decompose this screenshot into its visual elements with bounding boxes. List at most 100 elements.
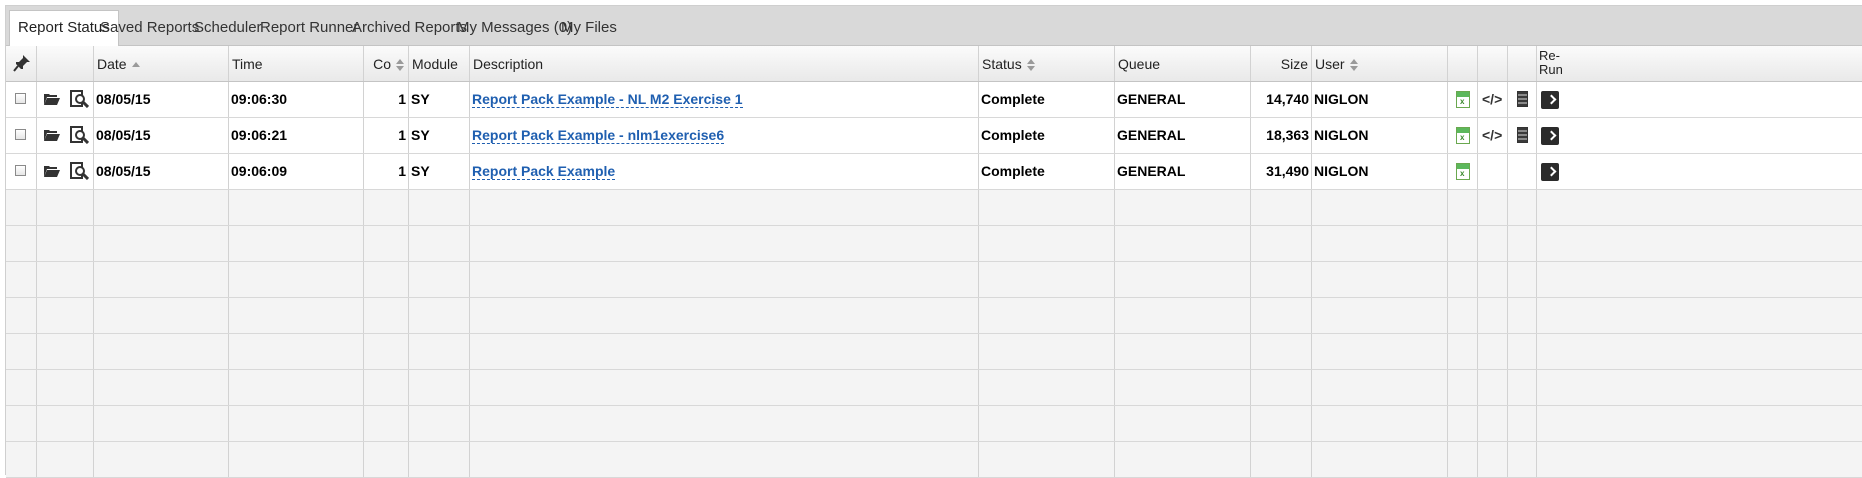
rerun-cell bbox=[1537, 82, 1563, 117]
empty-cell bbox=[1115, 262, 1251, 297]
play-arrow-icon[interactable] bbox=[1541, 91, 1559, 109]
sort-ascending-icon bbox=[131, 58, 141, 72]
report-description-link[interactable]: Report Pack Example - NL M2 Exercise 1 bbox=[472, 91, 743, 108]
empty-table-row bbox=[6, 442, 1862, 478]
code-icon[interactable]: </> bbox=[1482, 118, 1502, 152]
empty-cell bbox=[1478, 298, 1508, 333]
row-actions-cell bbox=[37, 118, 94, 153]
folder-open-icon[interactable] bbox=[43, 92, 61, 106]
excel-icon[interactable] bbox=[1456, 91, 1470, 108]
size-header-label: Size bbox=[1280, 56, 1308, 72]
folder-open-icon[interactable] bbox=[43, 128, 61, 142]
report-description-link[interactable]: Report Pack Example bbox=[472, 163, 616, 180]
empty-cell bbox=[979, 262, 1115, 297]
empty-cell bbox=[409, 190, 470, 225]
empty-cell bbox=[470, 298, 979, 333]
pin-column-header[interactable] bbox=[6, 46, 37, 81]
empty-cell bbox=[1448, 190, 1478, 225]
empty-cell bbox=[1537, 406, 1563, 441]
empty-cell bbox=[94, 406, 229, 441]
empty-cell bbox=[470, 334, 979, 369]
document-cell bbox=[1508, 154, 1537, 189]
user-header-label: User bbox=[1315, 56, 1345, 72]
empty-cell bbox=[1537, 298, 1563, 333]
rerun-column-header: Re- Run bbox=[1537, 46, 1563, 81]
tab-my-files[interactable]: My Files bbox=[553, 10, 625, 46]
description-header-label: Description bbox=[473, 56, 544, 72]
queue-cell: GENERAL bbox=[1115, 118, 1251, 153]
empty-cell bbox=[1478, 406, 1508, 441]
magnifier-report-icon[interactable] bbox=[70, 90, 89, 108]
empty-table-row bbox=[6, 334, 1862, 370]
empty-cell bbox=[6, 370, 37, 405]
time-column-header[interactable]: Time bbox=[229, 46, 364, 81]
empty-cell bbox=[364, 334, 409, 369]
play-arrow-icon[interactable] bbox=[1541, 163, 1559, 181]
empty-cell bbox=[979, 334, 1115, 369]
empty-cell bbox=[409, 262, 470, 297]
magnifier-report-icon[interactable] bbox=[70, 126, 89, 144]
status-cell: Complete bbox=[979, 118, 1115, 153]
empty-cell bbox=[94, 298, 229, 333]
row-actions-cell bbox=[37, 82, 94, 117]
status-column-header[interactable]: Status bbox=[979, 46, 1115, 81]
excel-column-header bbox=[1448, 46, 1478, 81]
module-column-header[interactable]: Module bbox=[409, 46, 470, 81]
empty-cell bbox=[1312, 262, 1448, 297]
code-cell: </> bbox=[1478, 118, 1508, 153]
empty-cell bbox=[364, 226, 409, 261]
row-checkbox[interactable] bbox=[15, 129, 26, 140]
folder-open-icon[interactable] bbox=[43, 164, 61, 178]
queue-cell: GENERAL bbox=[1115, 154, 1251, 189]
document-icon[interactable] bbox=[1517, 127, 1528, 143]
empty-cell bbox=[1478, 226, 1508, 261]
code-icon[interactable]: </> bbox=[1482, 82, 1502, 116]
user-cell: NIGLON bbox=[1312, 154, 1448, 189]
size-column-header[interactable]: Size bbox=[1251, 46, 1312, 81]
empty-cell bbox=[6, 190, 37, 225]
empty-cell bbox=[1115, 298, 1251, 333]
row-select-cell bbox=[6, 82, 37, 117]
row-checkbox[interactable] bbox=[15, 93, 26, 104]
table-row[interactable]: 08/05/15 09:06:30 1 SY Report Pack Examp… bbox=[6, 82, 1862, 118]
excel-cell bbox=[1448, 154, 1478, 189]
empty-cell bbox=[1448, 298, 1478, 333]
empty-cell bbox=[979, 370, 1115, 405]
sort-icon bbox=[1349, 58, 1359, 72]
empty-cell bbox=[1312, 442, 1448, 477]
empty-cell bbox=[1508, 298, 1537, 333]
description-cell: Report Pack Example bbox=[470, 154, 979, 189]
table-row[interactable]: 08/05/15 09:06:09 1 SY Report Pack Examp… bbox=[6, 154, 1862, 190]
co-column-header[interactable]: Co bbox=[364, 46, 409, 81]
row-actions-cell bbox=[37, 154, 94, 189]
description-cell: Report Pack Example - nlm1exercise6 bbox=[470, 118, 979, 153]
queue-column-header[interactable]: Queue bbox=[1115, 46, 1251, 81]
empty-cell bbox=[6, 298, 37, 333]
magnifier-report-icon[interactable] bbox=[70, 162, 89, 180]
description-column-header[interactable]: Description bbox=[470, 46, 979, 81]
row-checkbox[interactable] bbox=[15, 165, 26, 176]
size-cell: 14,740 bbox=[1251, 82, 1312, 117]
user-column-header[interactable]: User bbox=[1312, 46, 1448, 81]
empty-cell bbox=[1537, 442, 1563, 477]
empty-cell bbox=[409, 298, 470, 333]
table-row[interactable]: 08/05/15 09:06:21 1 SY Report Pack Examp… bbox=[6, 118, 1862, 154]
document-icon[interactable] bbox=[1517, 91, 1528, 107]
excel-icon[interactable] bbox=[1456, 127, 1470, 144]
date-column-header[interactable]: Date bbox=[94, 46, 229, 81]
empty-cell bbox=[1251, 406, 1312, 441]
code-column-header bbox=[1478, 46, 1508, 81]
report-description-link[interactable]: Report Pack Example - nlm1exercise6 bbox=[472, 127, 725, 144]
empty-cell bbox=[1478, 442, 1508, 477]
document-column-header bbox=[1508, 46, 1537, 81]
document-cell bbox=[1508, 82, 1537, 117]
module-header-label: Module bbox=[412, 56, 458, 72]
code-cell: </> bbox=[1478, 82, 1508, 117]
play-arrow-icon[interactable] bbox=[1541, 127, 1559, 145]
empty-table-row bbox=[6, 406, 1862, 442]
empty-cell bbox=[470, 370, 979, 405]
excel-icon[interactable] bbox=[1456, 163, 1470, 180]
co-cell: 1 bbox=[364, 118, 409, 153]
empty-cell bbox=[6, 226, 37, 261]
empty-cell bbox=[409, 370, 470, 405]
